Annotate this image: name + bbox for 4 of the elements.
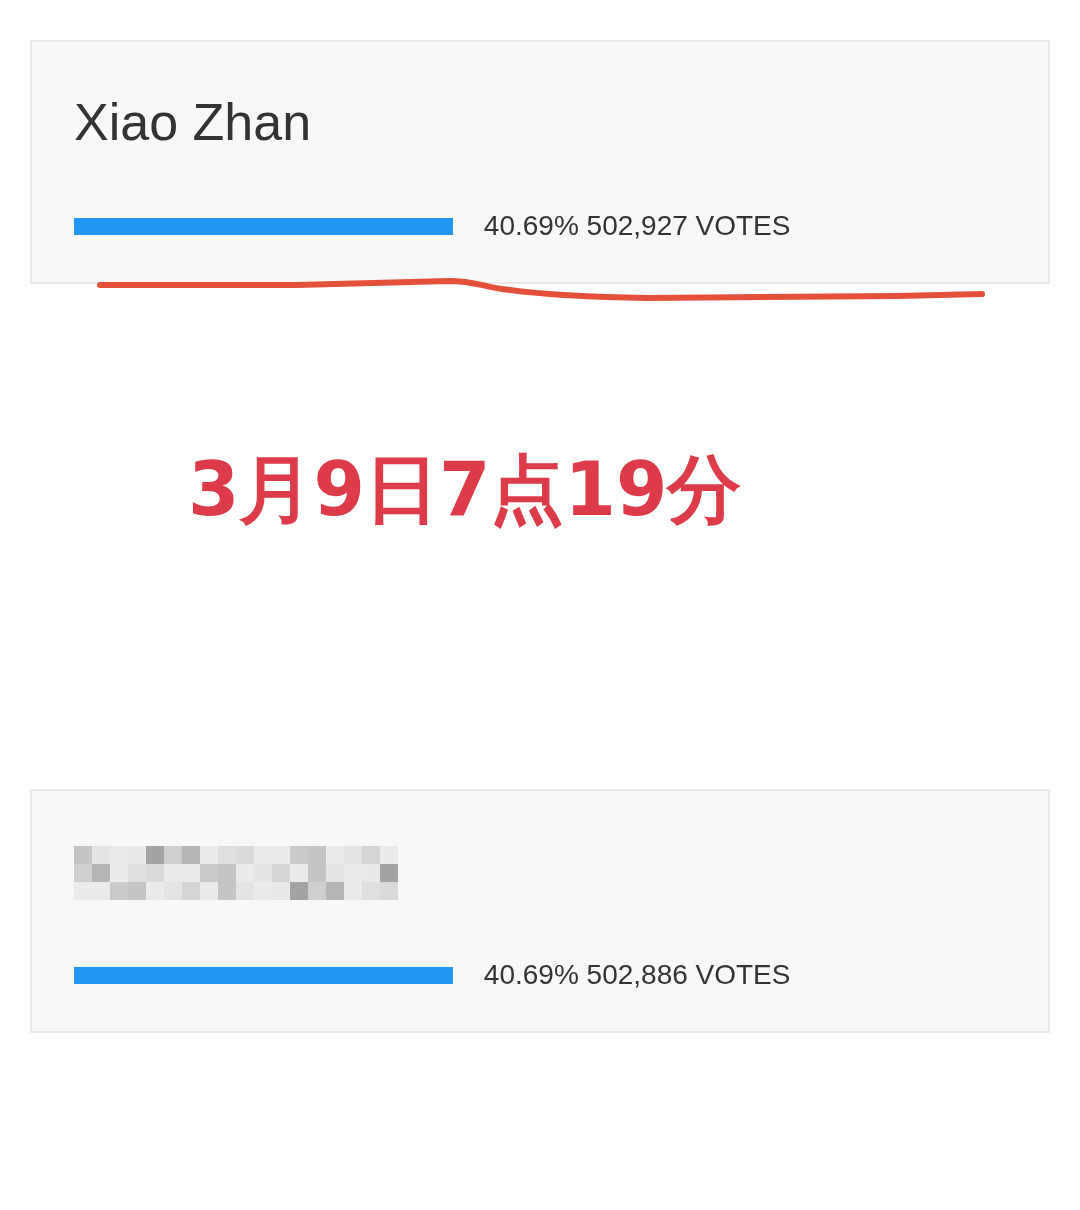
- vote-result: 40.69% 502,927 VOTES: [483, 210, 791, 242]
- candidate-name: Xiao Zhan: [74, 92, 312, 153]
- annotation-text: 3月9日7点19分: [188, 446, 742, 532]
- vote-result: 40.69% 502,886 VOTES: [483, 959, 791, 991]
